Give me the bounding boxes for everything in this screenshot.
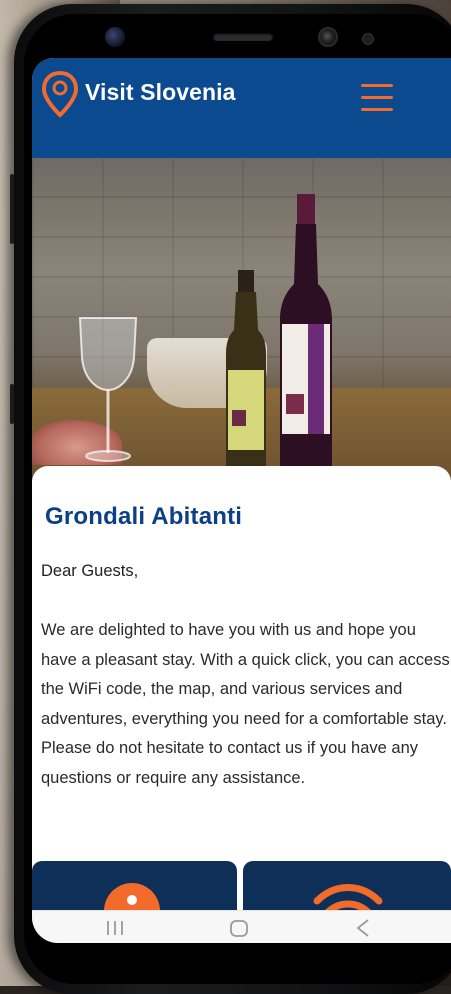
front-camera-icon xyxy=(105,27,125,47)
wine-glass-icon xyxy=(78,317,138,462)
app-brand-title[interactable]: Visit Slovenia xyxy=(85,79,236,106)
recent-apps-icon[interactable] xyxy=(95,917,135,939)
system-navigation-bar xyxy=(32,910,451,943)
location-pin-icon xyxy=(41,70,79,118)
property-title: Grondali Abitanti xyxy=(45,503,243,530)
hamburger-menu-icon[interactable] xyxy=(358,78,398,114)
phone-screen: Visit Slovenia Grondali Abitanti Dear Gu… xyxy=(32,58,451,943)
app-header: Visit Slovenia xyxy=(32,58,451,158)
bixby-button xyxy=(10,384,14,424)
wine-bottle-icon xyxy=(280,194,332,474)
welcome-card: Grondali Abitanti Dear Guests, We are de… xyxy=(32,466,451,943)
iris-sensor-icon xyxy=(318,27,338,47)
welcome-paragraph: We are delighted to have you with us and… xyxy=(41,621,450,787)
hero-image xyxy=(32,158,451,480)
proximity-sensor-icon xyxy=(362,33,374,45)
earpiece-speaker xyxy=(213,33,273,41)
greeting-text: Dear Guests, xyxy=(41,562,139,580)
volume-button xyxy=(10,174,14,244)
home-icon[interactable] xyxy=(220,917,260,939)
back-icon[interactable] xyxy=(346,917,386,939)
olive-oil-bottle-icon xyxy=(226,270,266,470)
